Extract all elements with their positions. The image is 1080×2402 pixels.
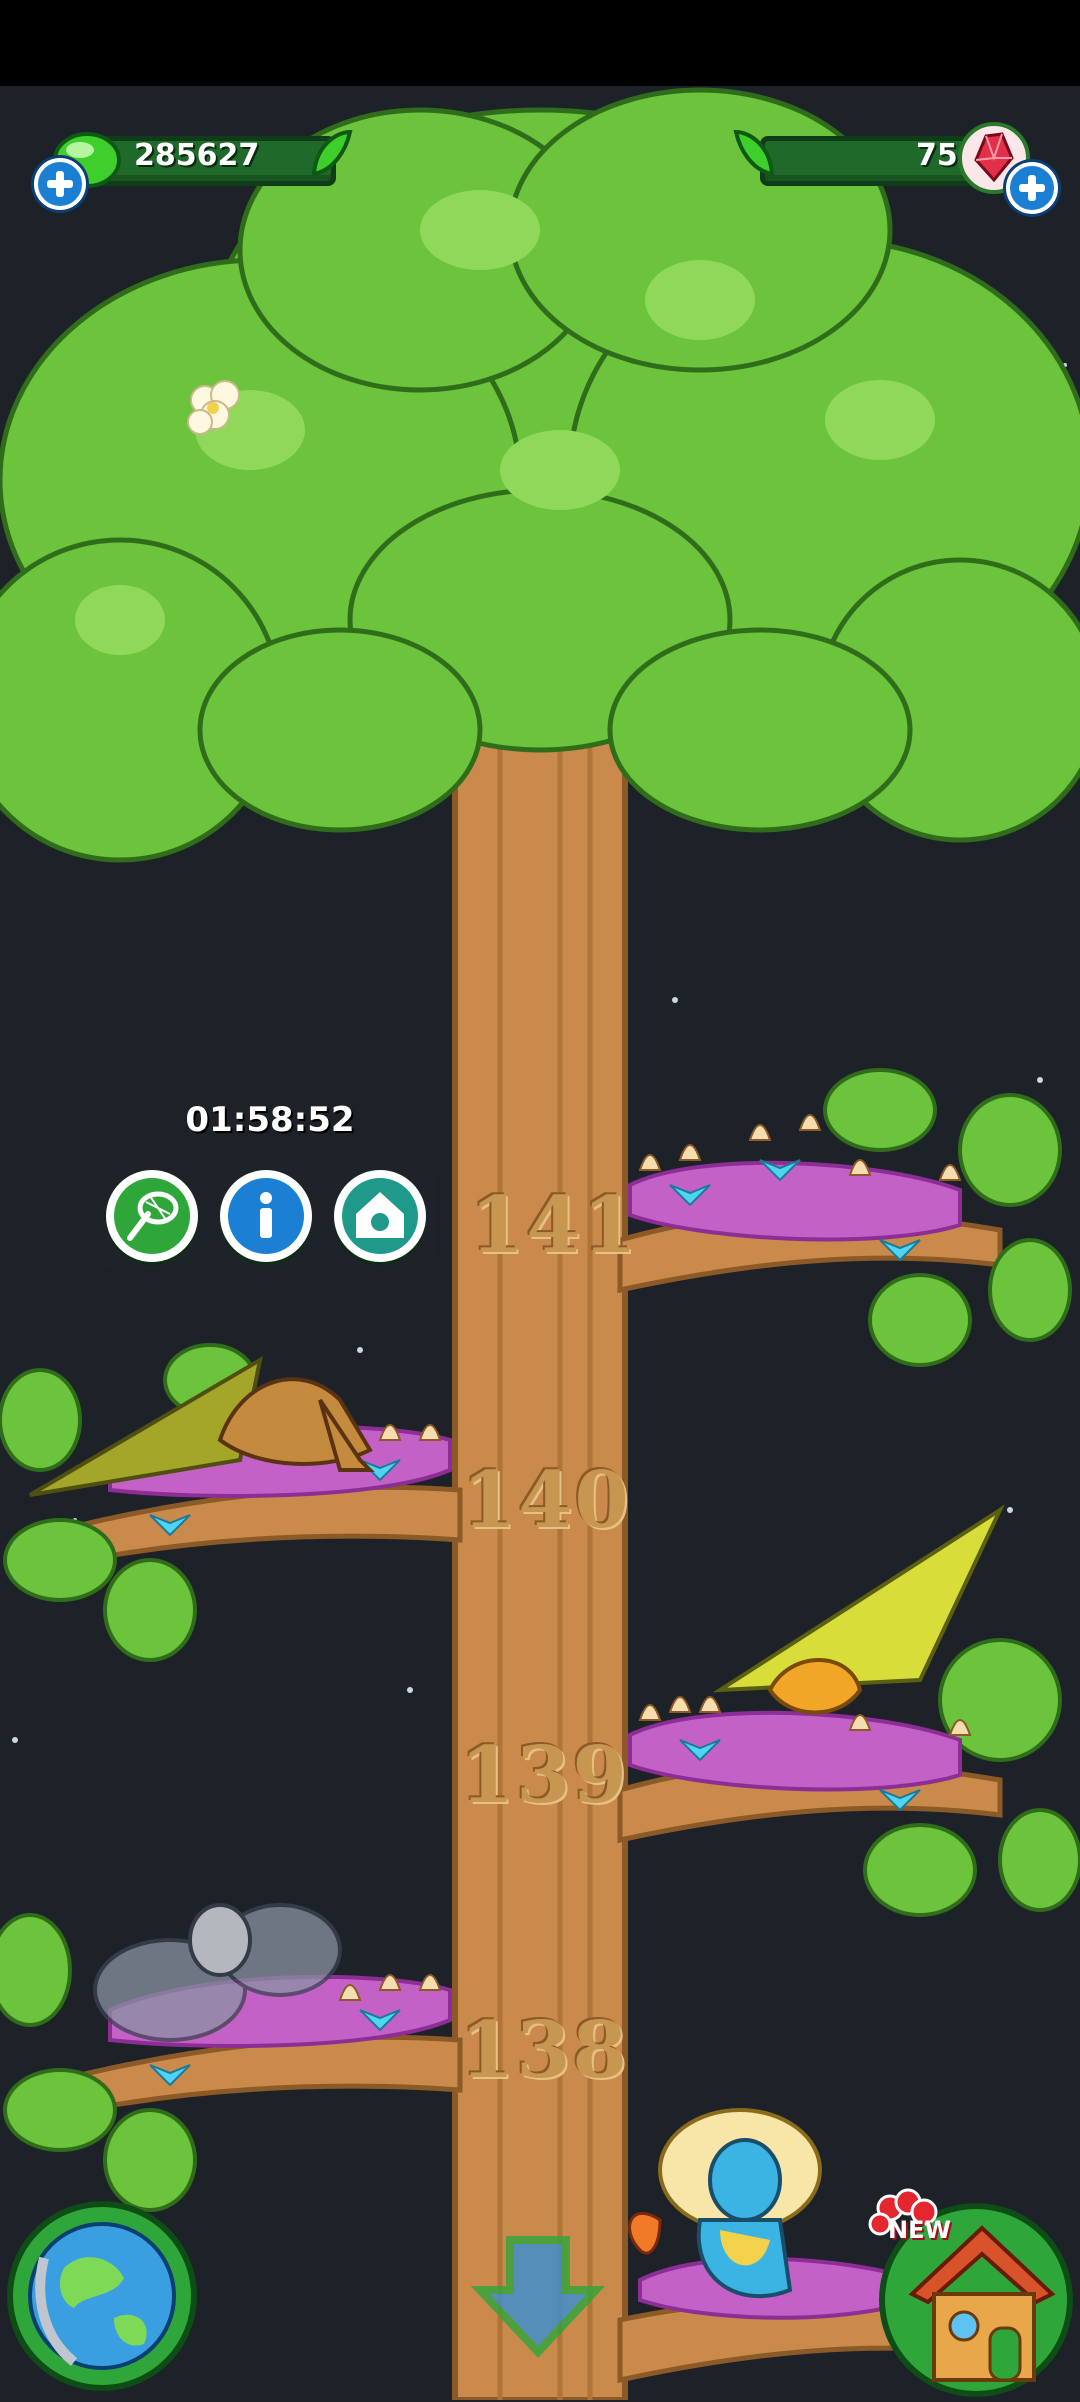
breeding-timer: 01:58:52 <box>185 1100 355 1140</box>
green-gem-amount: 285627 <box>134 138 260 173</box>
status-bar <box>0 0 1080 86</box>
green-gem-counter[interactable]: 285627 <box>34 128 354 210</box>
level-label-138: 138 <box>460 2005 629 2096</box>
add-red-gems-button[interactable] <box>1006 162 1058 214</box>
scroll-down-button[interactable] <box>470 2230 606 2360</box>
catch-button[interactable] <box>106 1170 198 1262</box>
habitat-141[interactable] <box>620 1100 980 1280</box>
world-map-button[interactable] <box>4 2198 200 2394</box>
leaf-ornament-icon <box>311 129 353 177</box>
move-to-habitat-button[interactable] <box>334 1170 426 1262</box>
level-label-139: 139 <box>460 1730 629 1821</box>
globe-icon <box>7 2201 197 2391</box>
new-badge-label: NEW <box>888 2216 951 2244</box>
add-green-gems-button[interactable] <box>34 158 86 210</box>
animal-house-icon <box>342 1178 418 1254</box>
level-label-141: 141 <box>470 1180 639 1271</box>
butterfly-net-icon <box>114 1178 190 1254</box>
habitat-action-popup <box>96 1160 436 1290</box>
habitat-138[interactable] <box>60 1880 460 2060</box>
habitat-139[interactable] <box>620 1520 1020 1820</box>
red-gem-counter[interactable]: 75 <box>730 122 1060 214</box>
info-button[interactable] <box>220 1170 312 1262</box>
down-arrow-icon <box>470 2236 606 2358</box>
habitat-140[interactable] <box>60 1360 460 1540</box>
leaf-ornament-icon <box>733 129 775 177</box>
level-label-140: 140 <box>462 1455 631 1546</box>
info-icon <box>228 1178 304 1254</box>
red-gem-amount: 75 <box>916 138 958 173</box>
